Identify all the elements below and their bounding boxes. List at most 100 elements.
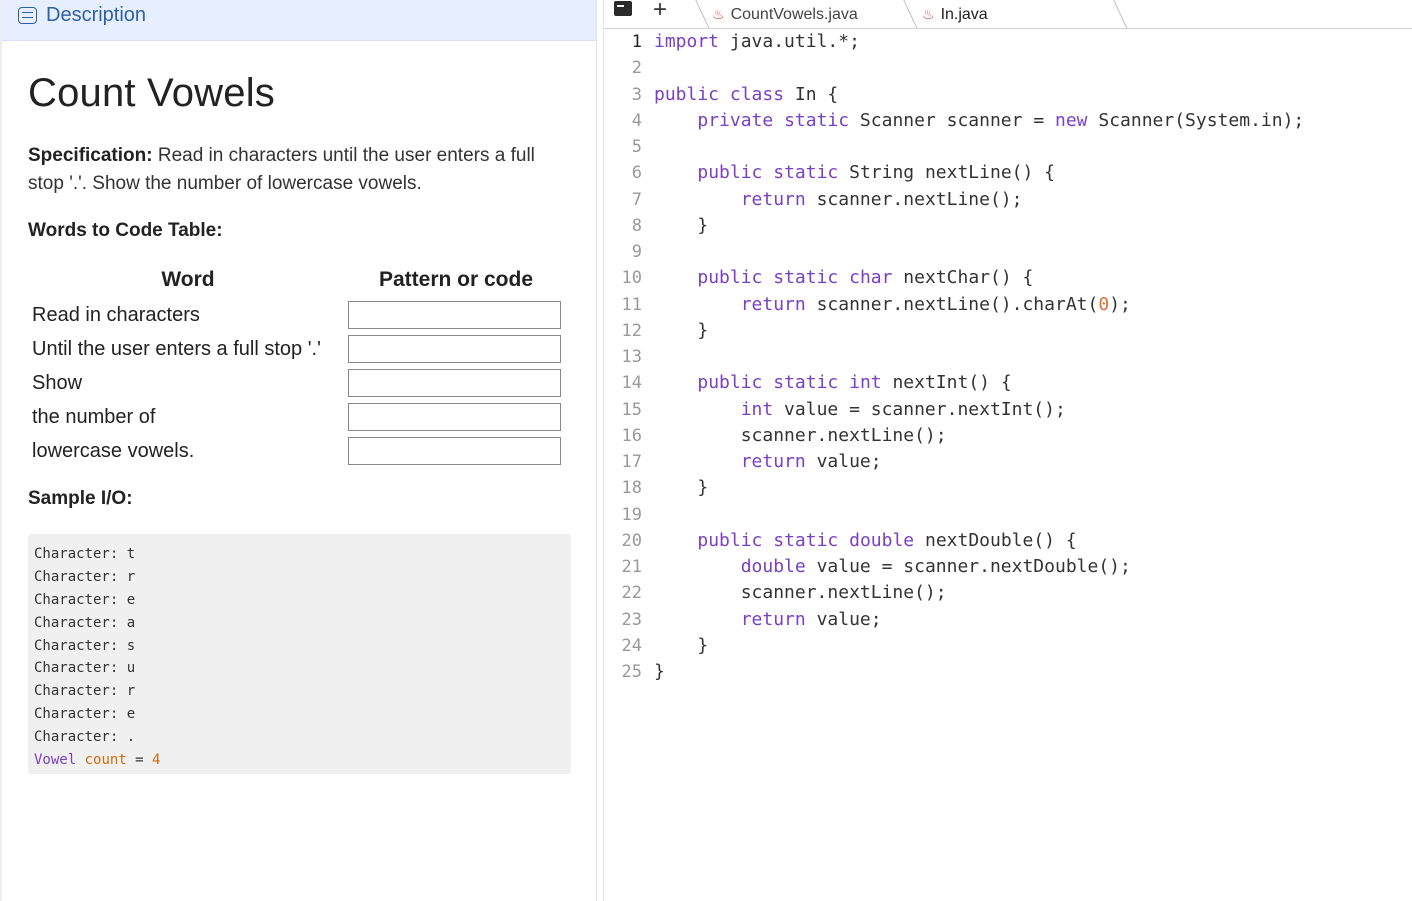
code-line: 3 public class In { [604, 82, 1412, 108]
line-number: 22 [621, 583, 642, 604]
tab-separator [1113, 0, 1128, 29]
table-row: lowercase vowels. [28, 434, 564, 468]
word-cell: lowercase vowels. [32, 439, 195, 462]
pattern-input-2[interactable] [348, 335, 561, 363]
sample-io-line: Character: e [34, 591, 136, 608]
line-number: 9 [631, 242, 642, 262]
code-line: 20 public static double nextDouble() { [604, 528, 1412, 554]
code-editor[interactable]: 1 import java.util.*; 2 3 public class In … [604, 29, 1412, 685]
code-line: 1 import java.util.*; [604, 29, 1412, 55]
sample-io-line: Character: a [34, 614, 136, 631]
pattern-input-3[interactable] [348, 369, 561, 397]
code-line: 18 } [604, 475, 1412, 501]
tab-label: CountVowels.java [730, 5, 858, 23]
line-number: 5 [631, 137, 642, 157]
line-number: 15 [621, 399, 642, 420]
line-number: 10 [621, 268, 642, 289]
sample-io-line: Character: r [34, 683, 136, 700]
code-line: 5 [604, 134, 1412, 160]
description-icon [18, 6, 37, 24]
words-to-code-table: Word Pattern or code Read in characters … [28, 268, 564, 468]
line-number: 11 [621, 294, 642, 315]
result-eq: = [126, 752, 153, 769]
new-file-icon[interactable]: + [653, 0, 667, 24]
table-row: Show [28, 366, 564, 400]
description-panel: Description Count Vowels Specification: … [0, 0, 597, 901]
spec-label: Specification: [28, 145, 153, 166]
code-line: 25} [604, 659, 1412, 685]
code-line: 22 scanner.nextLine(); [604, 580, 1412, 606]
line-number: 14 [621, 373, 642, 394]
line-number: 16 [621, 425, 642, 446]
line-number: 25 [621, 662, 642, 682]
code-line: 9 [604, 239, 1412, 265]
editor-panel: + ♨ CountVowels.java ♨ In.java 1 import j… [603, 0, 1412, 901]
sample-io-line: Character: e [34, 706, 136, 723]
sample-io-block: Character: t Character: r Character: e C… [28, 534, 571, 774]
code-line: 21 double value = scanner.nextDouble(); [604, 554, 1412, 580]
line-number: 2 [631, 58, 642, 79]
sample-io-line: Character: u [34, 660, 136, 677]
tab-countvowels[interactable]: ♨ CountVowels.java [712, 0, 858, 29]
line-number: 21 [621, 557, 642, 577]
code-line: 13 [604, 344, 1412, 370]
sample-io-line: Character: s [34, 637, 136, 654]
table-row: Read in characters [28, 298, 564, 332]
java-icon: ♨ [712, 6, 725, 22]
code-line: 10 public static char nextChar() { [604, 265, 1412, 291]
page-title: Count Vowels [28, 71, 275, 115]
line-number: 4 [631, 110, 642, 131]
code-line: 6 public static String nextLine() { [604, 160, 1412, 186]
line-number: 24 [621, 635, 642, 656]
code-line: 12 } [604, 318, 1412, 344]
code-line: 16 scanner.nextLine(); [604, 423, 1412, 449]
tab-separator [903, 0, 918, 29]
code-line: 2 [604, 55, 1412, 81]
description-tab[interactable]: Description [2, 0, 596, 41]
sample-io-line: Character: r [34, 568, 136, 585]
table-row: Until the user enters a full stop '.' [28, 332, 564, 366]
col-header-word: Word [161, 268, 215, 291]
line-number: 1 [631, 32, 642, 52]
line-number: 19 [621, 504, 642, 525]
code-line: 24 } [604, 633, 1412, 659]
code-line: 11 return scanner.nextLine().charAt(0); [604, 292, 1412, 318]
terminal-icon[interactable] [614, 1, 632, 16]
result-value: 4 [152, 752, 161, 769]
line-number: 17 [621, 452, 642, 472]
word-cell: the number of [32, 405, 156, 428]
line-number: 23 [621, 609, 642, 630]
code-line: 14 public static int nextInt() { [604, 370, 1412, 396]
tab-label: In.java [940, 5, 988, 23]
line-number: 3 [631, 84, 642, 105]
line-number: 12 [621, 320, 642, 341]
pattern-input-4[interactable] [348, 403, 561, 431]
sample-io-line: Character: . [34, 729, 136, 746]
pattern-input-5[interactable] [348, 437, 561, 465]
specification: Specification: Read in characters until … [28, 142, 568, 198]
java-icon: ♨ [922, 6, 935, 22]
code-line: 7 return scanner.nextLine(); [604, 187, 1412, 213]
word-cell: Until the user enters a full stop '.' [32, 337, 321, 360]
code-line: 8 } [604, 213, 1412, 239]
line-number: 13 [621, 347, 642, 367]
words-to-code-heading: Words to Code Table: [28, 220, 223, 241]
pattern-input-1[interactable] [348, 301, 561, 329]
sample-io-heading: Sample I/O: [28, 488, 133, 509]
line-number: 20 [621, 530, 642, 551]
code-line: 23 return value; [604, 607, 1412, 633]
description-tab-label: Description [46, 3, 147, 26]
table-row: the number of [28, 400, 564, 434]
line-number: 7 [631, 189, 642, 210]
code-line: 17 return value; [604, 449, 1412, 475]
line-number: 8 [631, 215, 642, 236]
editor-tab-bar: + ♨ CountVowels.java ♨ In.java [604, 0, 1412, 29]
word-cell: Show [32, 371, 83, 394]
sample-io-line: Character: t [34, 546, 136, 562]
code-line: 19 [604, 502, 1412, 528]
result-word: Vowel [34, 752, 77, 769]
tab-in-java[interactable]: ♨ In.java [922, 0, 988, 29]
code-line: 15 int value = scanner.nextInt(); [604, 397, 1412, 423]
line-number: 6 [631, 163, 642, 184]
result-word: count [84, 752, 127, 769]
